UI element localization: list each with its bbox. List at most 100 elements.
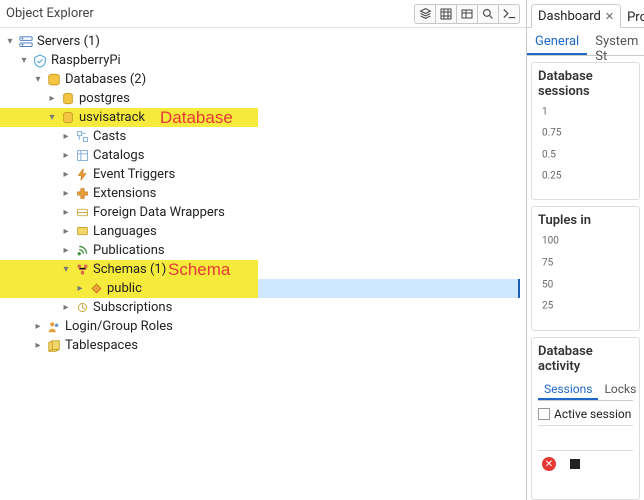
y-tick: 0.25 (542, 170, 562, 181)
tree-row-event-triggers[interactable]: ▸ Event Triggers (0, 165, 526, 184)
y-tick: 75 (542, 258, 553, 269)
y-tick: 0.5 (542, 149, 556, 160)
annotation-schema: Schema (168, 260, 230, 280)
chevron-right-icon[interactable]: ▸ (60, 150, 72, 161)
checkbox-label: Active session (554, 407, 631, 421)
y-tick: 0.75 (542, 128, 562, 139)
tree-label: Publications (93, 243, 165, 258)
tree-row-languages[interactable]: ▸ Languages (0, 222, 526, 241)
tree-row-servers[interactable]: ▾ Servers (1) (0, 32, 526, 51)
chevron-right-icon[interactable]: ▸ (32, 321, 44, 332)
terminal-icon[interactable] (498, 4, 520, 24)
tree-row-schema-public[interactable]: ▸ public (0, 279, 258, 298)
y-tick: 1 (542, 107, 548, 118)
chevron-right-icon[interactable]: ▸ (74, 283, 86, 294)
table-icon[interactable] (456, 4, 478, 24)
tree-row-schemas[interactable]: ▾ Schemas (1) Schema (0, 260, 258, 279)
tree-label: Extensions (93, 186, 156, 201)
tree-row-tablespaces[interactable]: ▸ Tablespaces (0, 336, 526, 355)
y-tick: 25 (542, 301, 553, 312)
chevron-down-icon[interactable]: ▾ (46, 112, 58, 123)
grid-icon[interactable] (435, 4, 457, 24)
chevron-right-icon[interactable]: ▸ (60, 131, 72, 142)
tab-dashboard[interactable]: Dashboard ✕ (531, 4, 621, 28)
extension-icon (74, 186, 90, 202)
tree-row-subscriptions[interactable]: ▸ Subscriptions (0, 298, 526, 317)
explorer-header: Object Explorer (0, 0, 526, 28)
tuples-chart: 100 75 50 25 (542, 232, 633, 326)
tree-label: Languages (93, 224, 157, 239)
tree-row-publications[interactable]: ▸ Publications (0, 241, 526, 260)
database-icon (60, 110, 76, 126)
catalogs-icon (74, 148, 90, 164)
server-node-icon (32, 53, 48, 69)
tree-row-databases[interactable]: ▾ Databases (2) (0, 70, 526, 89)
tree-label: Databases (2) (65, 72, 146, 87)
tree-label: Servers (1) (37, 34, 100, 49)
tree-label: RaspberryPi (51, 53, 121, 68)
active-sessions-filter[interactable]: Active session (538, 407, 633, 421)
dashboard-panel: Dashboard ✕ Proper General System St Dat… (527, 0, 644, 500)
grid-header (538, 425, 633, 451)
selection-highlight (258, 279, 520, 298)
tree-row-catalogs[interactable]: ▸ Catalogs (0, 146, 526, 165)
tree-row-server[interactable]: ▾ RaspberryPi (0, 51, 526, 70)
chevron-right-icon[interactable]: ▸ (60, 226, 72, 237)
subscription-icon (74, 300, 90, 316)
tab-label: Proper (627, 10, 644, 25)
tree-row-db-postgres[interactable]: ▸ postgres (0, 89, 526, 108)
explorer-toolbar (415, 4, 520, 24)
section-title: Database sessions (538, 69, 633, 99)
servers-icon (18, 34, 34, 50)
databases-icon (46, 72, 62, 88)
sessions-chart: 1 0.75 0.5 0.25 (542, 103, 633, 195)
tree-row-fdw[interactable]: ▸ Foreign Data Wrappers (0, 203, 526, 222)
tab-properties[interactable]: Proper (621, 6, 644, 28)
tree-view[interactable]: ▾ Servers (1) ▾ RaspberryPi ▾ Databases … (0, 28, 526, 500)
trigger-icon (74, 167, 90, 183)
chevron-right-icon[interactable]: ▸ (60, 207, 72, 218)
chevron-right-icon[interactable]: ▸ (46, 93, 58, 104)
tab-system[interactable]: System St (587, 28, 644, 55)
chevron-down-icon[interactable]: ▾ (18, 55, 30, 66)
chevron-right-icon[interactable]: ▸ (60, 169, 72, 180)
section-title: Tuples in (538, 213, 633, 228)
checkbox-icon[interactable] (538, 408, 550, 420)
tab-sessions[interactable]: Sessions (538, 378, 598, 400)
object-explorer-panel: Object Explorer ▾ Servers (1) ▾ Raspberr… (0, 0, 527, 500)
chevron-right-icon[interactable]: ▸ (60, 188, 72, 199)
tree-row-db-usvisatrack[interactable]: ▾ usvisatrack Database (0, 108, 258, 127)
section-title: Database activity (538, 344, 633, 374)
tree-row-casts[interactable]: ▸ Casts (0, 127, 526, 146)
explorer-title: Object Explorer (6, 6, 94, 21)
chevron-right-icon[interactable]: ▸ (60, 245, 72, 256)
tree-label: usvisatrack (79, 110, 145, 125)
tree-label: Subscriptions (93, 300, 172, 315)
close-icon[interactable]: ✕ (605, 10, 614, 23)
chevron-down-icon[interactable]: ▾ (4, 36, 16, 47)
chevron-down-icon[interactable]: ▾ (60, 264, 72, 275)
tree-row-login-roles[interactable]: ▸ Login/Group Roles (0, 317, 526, 336)
search-icon[interactable] (477, 4, 499, 24)
annotation-database: Database (160, 108, 233, 128)
tree-row-extensions[interactable]: ▸ Extensions (0, 184, 526, 203)
stop-icon[interactable] (570, 459, 580, 469)
tree-label: postgres (79, 91, 130, 106)
chevron-down-icon[interactable]: ▾ (32, 74, 44, 85)
cancel-icon[interactable]: ✕ (542, 457, 556, 471)
tab-general[interactable]: General (527, 28, 587, 55)
chevron-right-icon[interactable]: ▸ (60, 302, 72, 313)
publication-icon (74, 243, 90, 259)
fdw-icon (74, 205, 90, 221)
chevron-right-icon[interactable]: ▸ (32, 340, 44, 351)
casts-icon (74, 129, 90, 145)
tree-label: public (107, 281, 142, 296)
tab-locks[interactable]: Locks (598, 378, 642, 400)
sessions-section: Database sessions 1 0.75 0.5 0.25 (531, 62, 640, 200)
layers-icon[interactable] (414, 4, 436, 24)
y-tick: 100 (542, 236, 559, 247)
y-tick: 50 (542, 279, 553, 290)
tree-label: Schemas (1) (93, 262, 166, 277)
activity-section: Database activity Sessions Locks Active … (531, 337, 640, 500)
database-icon (60, 91, 76, 107)
